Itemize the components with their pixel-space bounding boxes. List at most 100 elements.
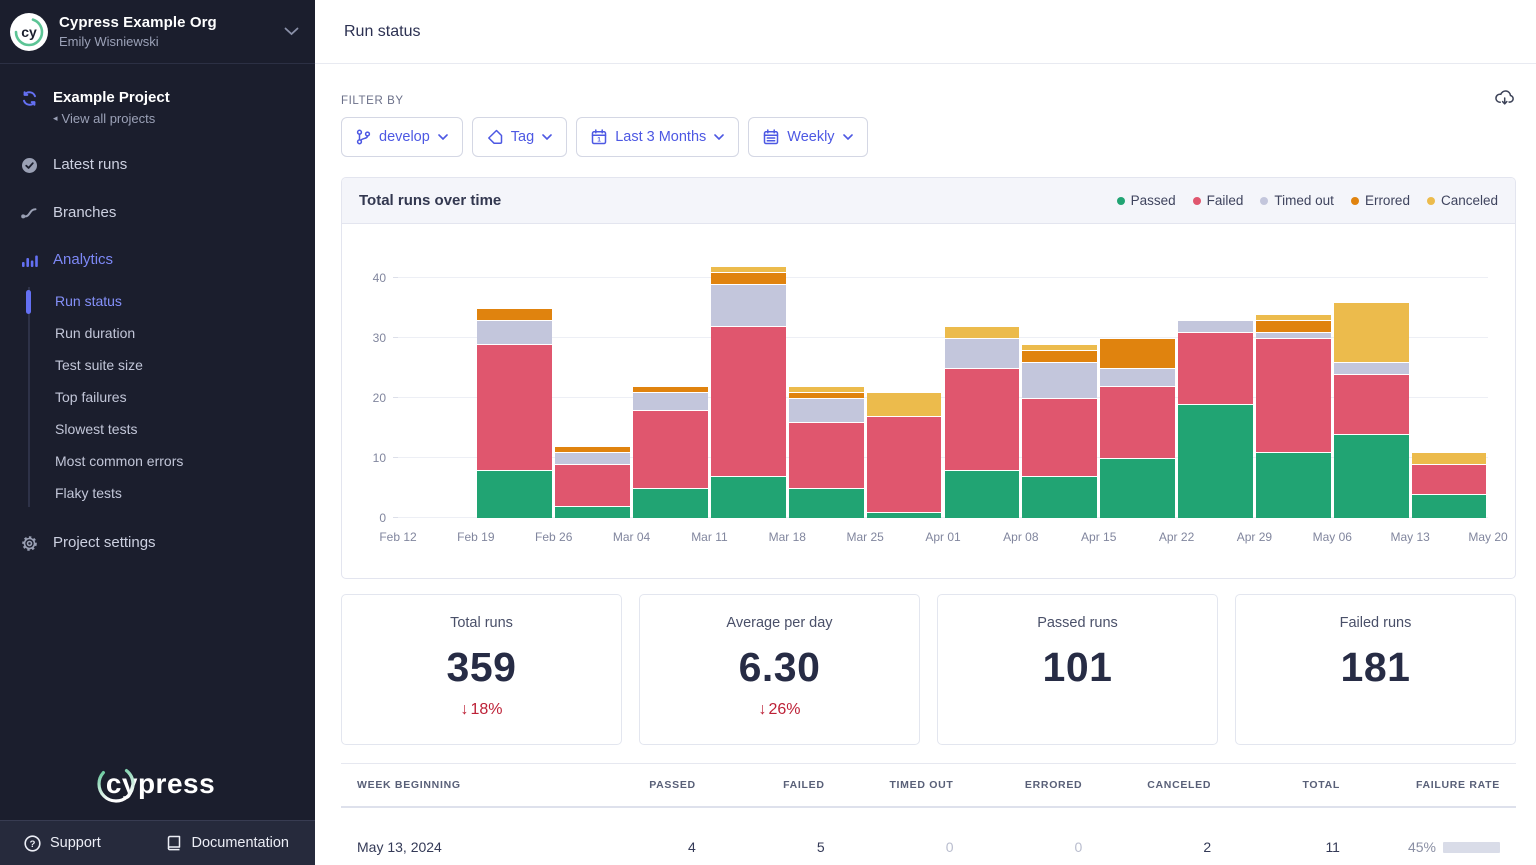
- bar-segment-errored: [555, 447, 630, 452]
- y-axis-tick: [393, 277, 398, 278]
- cypress-wordmark[interactable]: cypress: [0, 768, 315, 800]
- legend-dot-icon: [1193, 197, 1201, 205]
- bar-segment-passed: [711, 477, 786, 518]
- stat-title: Passed runs: [938, 615, 1217, 631]
- bar-segment-passed: [555, 507, 630, 518]
- bar-segment-timed-out: [555, 453, 630, 464]
- stacked-bar-apr-01[interactable]: [945, 326, 1020, 518]
- y-axis-tick: [393, 397, 398, 398]
- filter-row: develop Tag 1 Last 3 Months: [341, 117, 1516, 157]
- submenu-item-top-failures[interactable]: Top failures: [0, 381, 315, 413]
- documentation-link[interactable]: Documentation: [166, 835, 289, 851]
- org-switcher[interactable]: cy Cypress Example Org Emily Wisniewski: [0, 0, 315, 64]
- bar-segment-timed-out: [1178, 321, 1253, 332]
- interval-filter-button[interactable]: Weekly: [748, 117, 867, 157]
- tag-filter-button[interactable]: Tag: [472, 117, 567, 157]
- stacked-bar-feb-26[interactable]: [555, 446, 630, 518]
- sync-icon: [20, 90, 38, 107]
- total-runs-chart-card: Total runs over time PassedFailedTimed o…: [341, 177, 1516, 579]
- bar-segment-timed-out: [1022, 363, 1097, 398]
- submenu-item-most-common-errors[interactable]: Most common errors: [0, 445, 315, 477]
- chart-title: Total runs over time: [359, 192, 501, 209]
- stacked-bar-apr-22[interactable]: [1178, 320, 1253, 518]
- bar-segment-passed: [867, 513, 942, 518]
- legend-dot-icon: [1117, 197, 1125, 205]
- y-axis-label: 10: [350, 451, 386, 465]
- git-branch-icon: [356, 129, 371, 145]
- org-name: Cypress Example Org: [59, 14, 284, 31]
- bar-segment-failed: [1100, 387, 1175, 458]
- sidebar-item-project-settings[interactable]: Project settings: [0, 523, 315, 563]
- column-header: WEEK BEGINNING: [357, 779, 567, 791]
- view-all-projects-link[interactable]: ◂ View all projects: [53, 111, 170, 126]
- stacked-bar-feb-19[interactable]: [477, 308, 552, 518]
- svg-text:cy: cy: [21, 24, 37, 40]
- stat-title: Failed runs: [1236, 615, 1515, 631]
- legend-item-canceled: Canceled: [1427, 193, 1498, 208]
- y-axis-label: 40: [350, 271, 386, 285]
- stacked-bar-mar-04[interactable]: [633, 386, 708, 518]
- chart-body: 010203040 Feb 12Feb 19Feb 26Mar 04Mar 11…: [342, 224, 1515, 578]
- bar-segment-failed: [867, 417, 942, 512]
- stacked-bar-may-13[interactable]: [1412, 452, 1487, 518]
- sidebar-item-latest-runs[interactable]: Latest runs: [0, 145, 315, 185]
- bar-segment-passed: [1256, 453, 1331, 518]
- legend-item-timed-out: Timed out: [1260, 193, 1334, 208]
- stacked-bar-mar-18[interactable]: [789, 386, 864, 518]
- y-axis-tick: [393, 457, 398, 458]
- y-axis-label: 0: [350, 511, 386, 525]
- legend-item-failed: Failed: [1193, 193, 1244, 208]
- stacked-bar-mar-11[interactable]: [711, 266, 786, 518]
- date-range-filter-label: Last 3 Months: [615, 129, 706, 145]
- chart-x-axis: Feb 12Feb 19Feb 26Mar 04Mar 11Mar 18Mar …: [398, 530, 1488, 546]
- sidebar-item-project[interactable]: Example Project ◂ View all projects: [0, 78, 315, 137]
- stat-card-passed-runs: Passed runs 101: [937, 594, 1218, 745]
- help-icon: ?: [24, 835, 41, 852]
- bar-segment-passed: [1334, 435, 1409, 518]
- branch-filter-button[interactable]: develop: [341, 117, 463, 157]
- org-user: Emily Wisniewski: [59, 34, 284, 49]
- bar-segment-canceled: [1256, 315, 1331, 320]
- submenu-item-test-suite-size[interactable]: Test suite size: [0, 349, 315, 381]
- x-axis-label: Mar 18: [769, 530, 806, 544]
- stacked-bar-apr-29[interactable]: [1256, 314, 1331, 518]
- submenu-item-slowest-tests[interactable]: Slowest tests: [0, 413, 315, 445]
- x-axis-label: Feb 12: [379, 530, 416, 544]
- bar-segment-errored: [711, 273, 786, 284]
- bar-segment-failed: [789, 423, 864, 488]
- failed-cell: 5: [696, 839, 825, 855]
- calendar-icon: 1: [591, 129, 607, 145]
- x-axis-label: Apr 22: [1159, 530, 1194, 544]
- bar-segment-failed: [555, 465, 630, 506]
- stat-card-average-per-day: Average per day 6.30 ↓26%: [639, 594, 920, 745]
- bar-segment-canceled: [867, 393, 942, 416]
- y-axis-tick: [393, 337, 398, 338]
- x-axis-label: Apr 15: [1081, 530, 1116, 544]
- errored-cell: 0: [953, 839, 1082, 855]
- stacked-bar-apr-08[interactable]: [1022, 344, 1097, 518]
- x-axis-label: May 13: [1390, 530, 1429, 544]
- stat-value: 6.30: [640, 644, 919, 691]
- x-axis-label: Mar 04: [613, 530, 650, 544]
- bar-segment-canceled: [945, 327, 1020, 338]
- svg-text:?: ?: [30, 839, 36, 850]
- stacked-bar-may-06[interactable]: [1334, 302, 1409, 518]
- legend-dot-icon: [1427, 197, 1435, 205]
- submenu-item-run-duration[interactable]: Run duration: [0, 317, 315, 349]
- submenu-item-flaky-tests[interactable]: Flaky tests: [0, 477, 315, 509]
- documentation-label: Documentation: [191, 835, 289, 851]
- gridline: [398, 277, 1488, 278]
- support-link[interactable]: ? Support: [24, 835, 101, 852]
- bar-segment-failed: [945, 369, 1020, 470]
- stacked-bar-mar-25[interactable]: [867, 392, 942, 518]
- support-label: Support: [50, 835, 101, 851]
- failure-rate-value: 45%: [1408, 839, 1436, 855]
- cloud-download-icon[interactable]: [1495, 89, 1514, 109]
- submenu-item-run-status[interactable]: Run status: [0, 285, 315, 317]
- sidebar-item-branches[interactable]: Branches: [0, 193, 315, 232]
- date-range-filter-button[interactable]: 1 Last 3 Months: [576, 117, 739, 157]
- stacked-bar-apr-15[interactable]: [1100, 338, 1175, 518]
- sidebar-item-analytics[interactable]: Analytics: [0, 240, 315, 279]
- stat-delta: ↓26%: [640, 701, 919, 719]
- bar-segment-canceled: [711, 267, 786, 272]
